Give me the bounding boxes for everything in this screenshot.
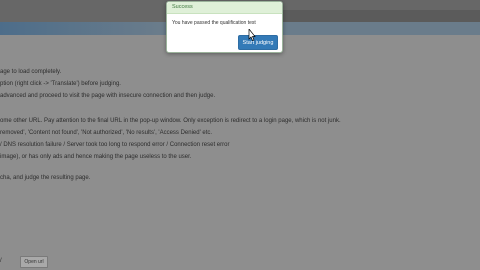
instruction-line: advanced and proceed to visit the page w… [0,93,216,99]
nav-strip-gradient [0,22,160,35]
instruction-line: removed', 'Content not found', 'Not auth… [0,130,213,136]
modal-message: You have passed the qualification test [172,20,256,26]
top-bar-right-region [280,10,480,22]
open-url-button[interactable]: Open url [20,256,48,268]
success-modal: Success You have passed the qualificatio… [166,1,283,53]
instruction-line: image), or has only ads and hence making… [0,154,192,160]
instruction-line: cha, and judge the resulting page. [0,175,91,181]
mouse-pointer-icon [248,29,256,41]
instruction-line: age to load completely. [0,69,62,75]
instruction-line: ome other URL. Pay attention to the fina… [0,118,341,124]
start-judging-button[interactable]: Start judging [238,35,278,50]
instruction-line: ption (right click -> 'Translate') befor… [0,81,121,87]
url-label: / [0,258,2,264]
instruction-line: / DNS resolution failure / Server took t… [0,142,230,148]
modal-title: Success [167,2,282,14]
